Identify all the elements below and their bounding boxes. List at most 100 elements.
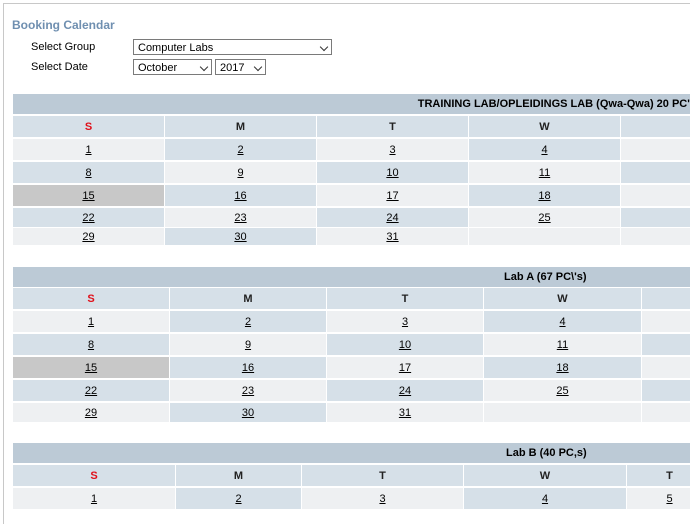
calendar-day-cell[interactable]: 11 [484, 334, 642, 356]
weekday-header: S [13, 116, 165, 138]
calendar-day-cell[interactable]: 10 [327, 334, 484, 356]
calendar-day-cell [642, 357, 690, 379]
group-select[interactable]: Computer Labs [133, 39, 332, 55]
calendar-day-cell[interactable]: 25 [484, 380, 642, 402]
calendar-day-cell [621, 185, 690, 207]
calendar-day-cell[interactable]: 1 [13, 488, 176, 510]
calendar-day-cell[interactable]: 29 [13, 403, 170, 423]
calendar-day-link[interactable]: 29 [82, 231, 94, 243]
calendar-day-cell[interactable]: 8 [13, 334, 170, 356]
calendar-day-cell[interactable]: 2 [170, 311, 327, 333]
calendar-day-cell[interactable]: 4 [464, 488, 627, 510]
calendar-day-cell[interactable]: 9 [165, 162, 317, 184]
calendar-day-cell[interactable]: 30 [170, 403, 327, 423]
calendar-day-link[interactable]: 9 [245, 339, 251, 351]
calendar-day-link[interactable]: 25 [538, 212, 550, 224]
calendar-day-cell[interactable]: 23 [165, 208, 317, 228]
calendar-day-link[interactable]: 11 [539, 167, 550, 179]
calendar-day-link[interactable]: 15 [85, 362, 97, 374]
calendar-day-link[interactable]: 1 [85, 144, 91, 156]
calendar-day-cell[interactable]: 24 [317, 208, 469, 228]
calendar-day-cell[interactable]: 2 [165, 139, 317, 161]
calendar-day-cell[interactable]: 16 [165, 185, 317, 207]
calendar-day-link[interactable]: 10 [386, 167, 398, 179]
year-select[interactable]: 2017 [215, 59, 266, 75]
calendar-day-link[interactable]: 9 [237, 167, 243, 179]
weekday-header: T [302, 465, 464, 487]
calendar-day-cell[interactable]: 15 [13, 185, 165, 207]
select-date-label: Select Date [31, 61, 88, 73]
calendar-day-link[interactable]: 16 [242, 362, 254, 374]
calendar-day-cell[interactable]: 3 [302, 488, 464, 510]
calendar-day-link[interactable]: 31 [399, 407, 411, 419]
calendar-day-link[interactable]: 24 [386, 212, 398, 224]
calendar-day-cell[interactable]: 22 [13, 208, 165, 228]
calendar-day-cell[interactable]: 3 [327, 311, 484, 333]
calendar-day-cell[interactable]: 1 [13, 139, 165, 161]
calendar-day-link[interactable]: 17 [399, 362, 411, 374]
calendar-day-link[interactable]: 2 [235, 493, 241, 505]
calendar-day-cell[interactable]: 15 [13, 357, 170, 379]
calendar-day-link[interactable]: 22 [85, 385, 97, 397]
calendar-day-link[interactable]: 25 [556, 385, 568, 397]
calendar-day-link[interactable]: 3 [389, 144, 395, 156]
calendar-day-cell [484, 403, 642, 423]
calendar-day-link[interactable]: 5 [666, 493, 672, 505]
calendar-day-cell[interactable]: 31 [317, 228, 469, 246]
calendar-day-link[interactable]: 18 [556, 362, 568, 374]
calendar-day-cell[interactable]: 4 [484, 311, 642, 333]
weekday-header: M [170, 288, 327, 310]
calendar-day-cell[interactable]: 29 [13, 228, 165, 246]
calendar-header: TRAINING LAB/OPLEIDINGS LAB (Qwa-Qwa) 20… [13, 94, 690, 114]
calendar-day-cell[interactable]: 22 [13, 380, 170, 402]
calendar-day-cell[interactable]: 23 [170, 380, 327, 402]
calendar-day-link[interactable]: 23 [242, 385, 254, 397]
calendar-day-cell[interactable]: 24 [327, 380, 484, 402]
calendar-day-cell[interactable]: 11 [469, 162, 621, 184]
calendar-day-cell[interactable]: 30 [165, 228, 317, 246]
calendar-day-cell[interactable]: 4 [469, 139, 621, 161]
calendar-day-cell[interactable]: 9 [170, 334, 327, 356]
calendar-day-cell[interactable]: 18 [484, 357, 642, 379]
calendar-day-link[interactable]: 2 [245, 316, 251, 328]
calendar-day-cell[interactable]: 16 [170, 357, 327, 379]
calendar-day-link[interactable]: 10 [399, 339, 411, 351]
calendar-day-link[interactable]: 1 [88, 316, 94, 328]
calendar-day-cell[interactable]: 25 [469, 208, 621, 228]
calendar-day-cell[interactable]: 1 [13, 311, 170, 333]
calendar-day-cell[interactable]: 5 [627, 488, 690, 510]
calendar-day-link[interactable]: 29 [85, 407, 97, 419]
calendar-day-link[interactable]: 24 [399, 385, 411, 397]
calendar-day-cell[interactable]: 17 [317, 185, 469, 207]
calendar-day-link[interactable]: 30 [234, 231, 246, 243]
calendar-day-link[interactable]: 16 [234, 190, 246, 202]
calendar-day-link[interactable]: 4 [541, 144, 547, 156]
calendar-day-cell[interactable]: 3 [317, 139, 469, 161]
calendar-day-link[interactable]: 31 [386, 231, 398, 243]
calendar-day-cell[interactable]: 31 [327, 403, 484, 423]
calendar-day-cell[interactable]: 18 [469, 185, 621, 207]
calendar-day-link[interactable]: 1 [91, 493, 97, 505]
calendar-day-link[interactable]: 4 [559, 316, 565, 328]
calendar-day-link[interactable]: 18 [538, 190, 550, 202]
weekday-header: T [317, 116, 469, 138]
calendar-day-cell[interactable]: 2 [176, 488, 302, 510]
calendar-day-cell[interactable]: 8 [13, 162, 165, 184]
calendar-day-link[interactable]: 22 [82, 212, 94, 224]
calendar-day-link[interactable]: 4 [542, 493, 548, 505]
calendar-day-link[interactable]: 3 [402, 316, 408, 328]
calendar-day-link[interactable]: 15 [82, 190, 94, 202]
calendar-day-cell[interactable]: 10 [317, 162, 469, 184]
calendar-day-link[interactable]: 30 [242, 407, 254, 419]
calendar-day-link[interactable]: 8 [85, 167, 91, 179]
calendar-day-cell [621, 228, 690, 246]
calendar-day-link[interactable]: 2 [237, 144, 243, 156]
chevron-down-icon [253, 62, 263, 72]
month-select[interactable]: October [133, 59, 212, 75]
calendar-day-link[interactable]: 23 [234, 212, 246, 224]
calendar-day-link[interactable]: 17 [386, 190, 398, 202]
calendar-day-link[interactable]: 11 [557, 339, 568, 351]
calendar-day-cell[interactable]: 17 [327, 357, 484, 379]
calendar-day-link[interactable]: 3 [379, 493, 385, 505]
calendar-day-link[interactable]: 8 [88, 339, 94, 351]
